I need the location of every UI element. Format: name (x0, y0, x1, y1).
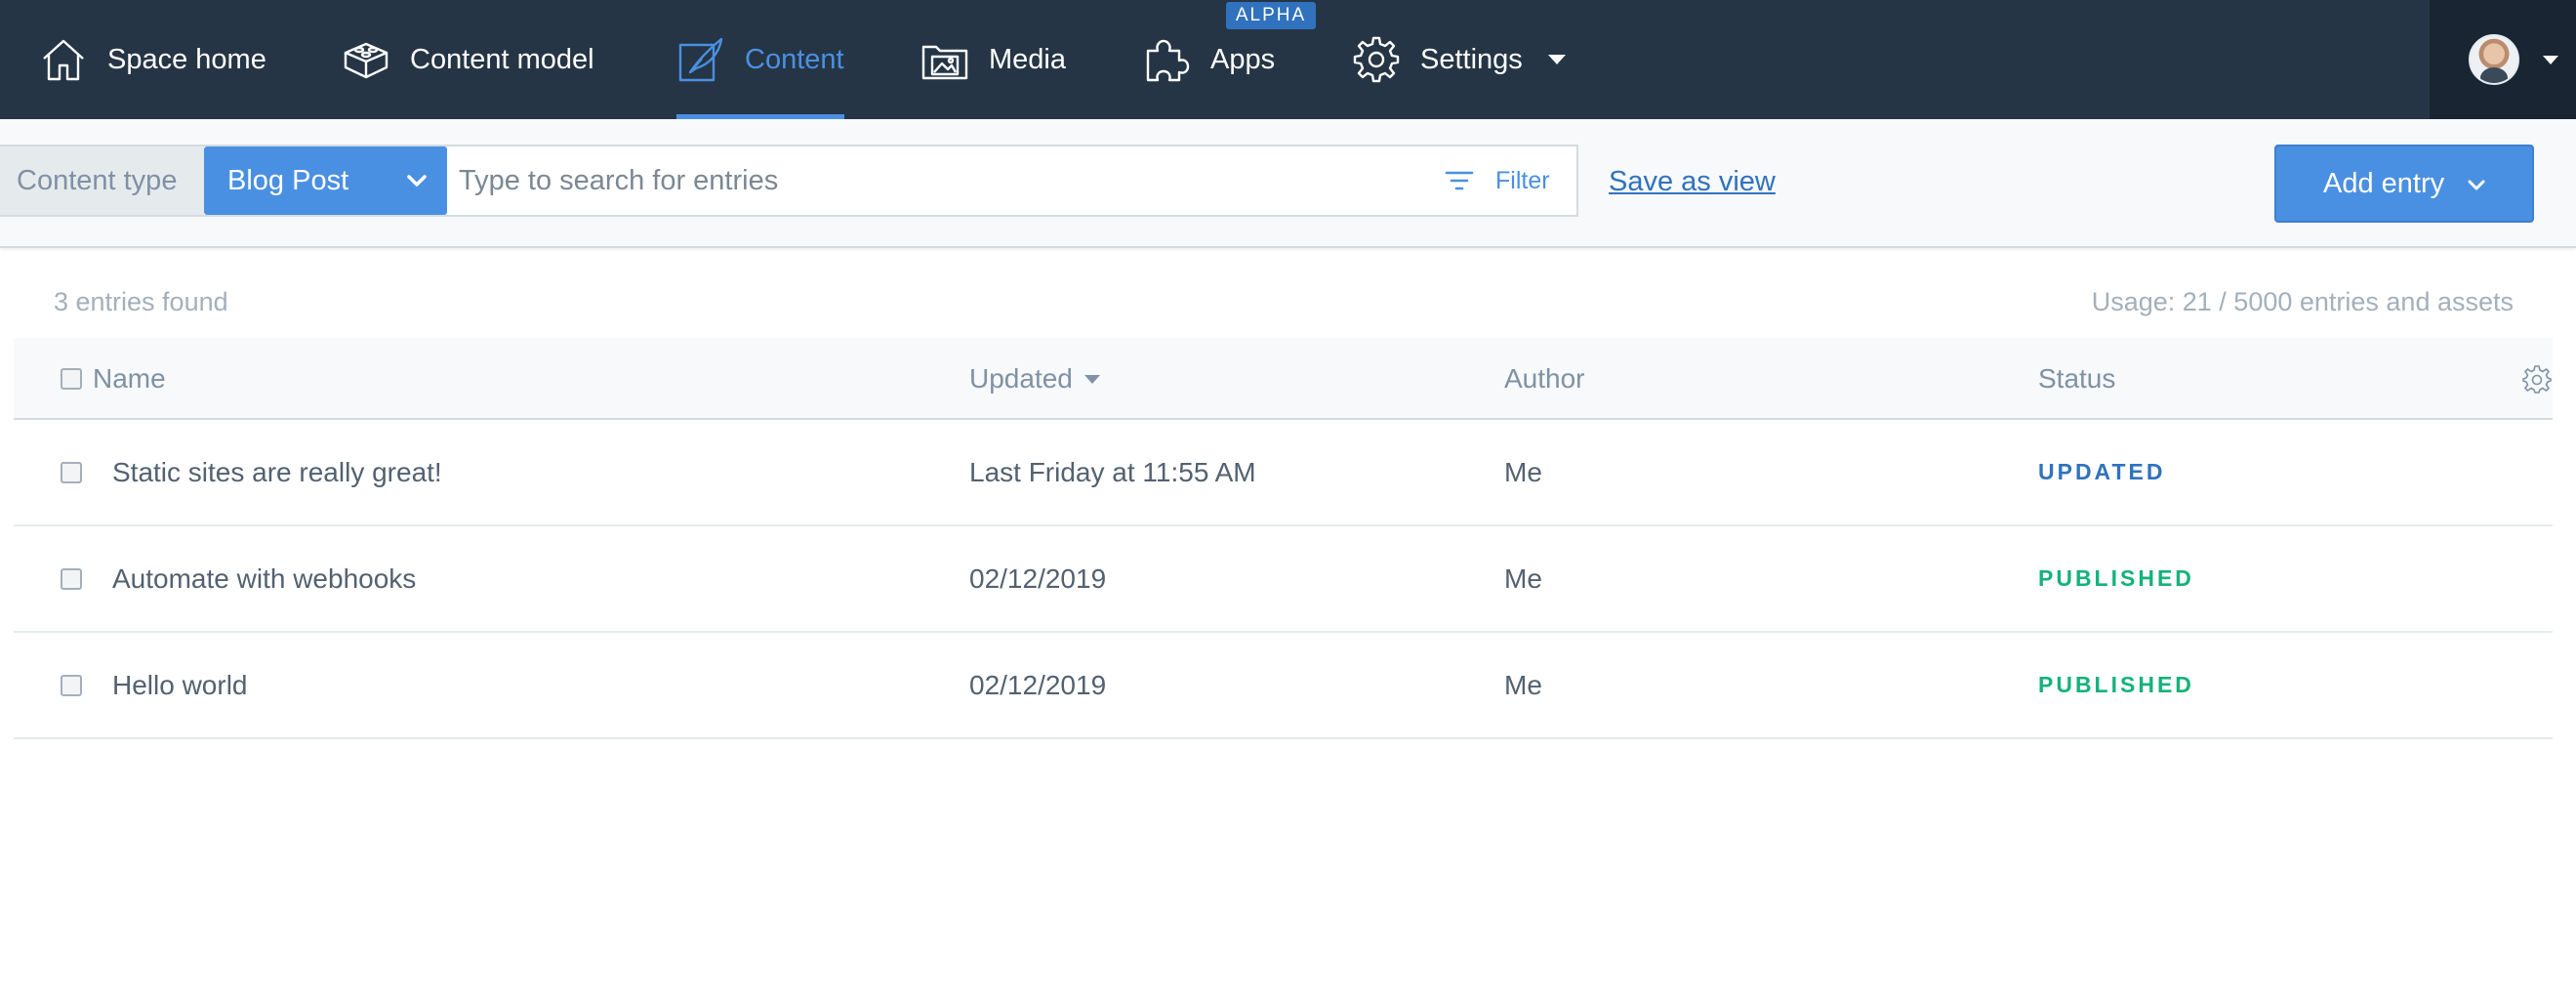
column-header-updated[interactable]: Updated (969, 338, 1100, 420)
nav-label: Space home (107, 43, 266, 75)
sort-descending-icon (1084, 374, 1100, 384)
quill-icon (676, 35, 725, 84)
nav-item-media[interactable]: Media (920, 0, 1066, 119)
select-all-checkbox-cell (61, 338, 82, 420)
row-checkbox[interactable] (61, 674, 82, 696)
entry-name[interactable]: Static sites are really great! (112, 420, 442, 524)
nav-item-settings[interactable]: Settings (1352, 0, 1566, 119)
entries-table: Name Updated Author Status Static sites … (14, 338, 2553, 739)
entry-author: Me (1504, 669, 1542, 700)
filter-button[interactable]: Filter (1445, 146, 1550, 215)
content-type-value: Blog Post (227, 164, 349, 196)
search-input[interactable] (459, 154, 1415, 207)
add-entry-button[interactable]: Add entry (2274, 145, 2534, 223)
table-header: Name Updated Author Status (14, 338, 2553, 420)
status-badge: PUBLISHED (2038, 565, 2194, 591)
nav-label: Content (745, 43, 844, 75)
column-header-label: Updated (969, 363, 1073, 394)
content-type-select[interactable]: Blog Post (204, 146, 447, 215)
nav-label: Apps (1210, 43, 1276, 75)
account-menu[interactable] (2430, 0, 2576, 119)
filter-label: Filter (1495, 166, 1550, 194)
content-type-label: Content type (0, 146, 204, 215)
entries-count: 3 entries found (54, 287, 228, 316)
media-icon (920, 35, 969, 84)
save-as-view-link[interactable]: Save as view (1609, 166, 1776, 198)
table-row[interactable]: Automate with webhooks 02/12/2019 Me PUB… (14, 526, 2553, 633)
entry-updated: Last Friday at 11:55 AM (969, 456, 1256, 487)
nav-label: Content model (410, 43, 594, 75)
status-badge: PUBLISHED (2038, 672, 2194, 697)
nav-label: Media (989, 43, 1066, 75)
filter-icon (1445, 171, 1474, 190)
entry-updated: 02/12/2019 (969, 669, 1107, 700)
nav-item-content[interactable]: Content (676, 0, 844, 119)
column-header-name[interactable]: Name (93, 338, 166, 420)
home-icon (39, 35, 88, 84)
puzzle-icon (1142, 35, 1191, 84)
search-bar: Content type Blog Post Filter (0, 145, 1578, 217)
add-entry-label: Add entry (2323, 167, 2445, 199)
column-header-author[interactable]: Author (1504, 338, 1585, 420)
nav-item-content-model[interactable]: Content model (342, 0, 594, 119)
entry-author: Me (1504, 456, 1542, 487)
entry-author: Me (1504, 562, 1542, 594)
table-row[interactable]: Static sites are really great! Last Frid… (14, 420, 2553, 526)
select-all-checkbox[interactable] (61, 368, 82, 390)
column-settings-gear-icon[interactable] (2521, 363, 2553, 395)
column-header-status[interactable]: Status (2038, 338, 2115, 420)
nav-label: Settings (1420, 43, 1523, 75)
entry-name[interactable]: Automate with webhooks (112, 526, 416, 631)
chevron-down-icon (2543, 55, 2558, 64)
nav-item-space-home[interactable]: Space home (39, 0, 266, 119)
top-navigation: Space home Content model Content Media A… (0, 0, 2576, 119)
chevron-down-icon (1547, 55, 1566, 64)
avatar (2469, 34, 2519, 85)
status-badge: UPDATED (2038, 459, 2166, 484)
chevron-down-icon (2468, 180, 2485, 190)
table-row[interactable]: Hello world 02/12/2019 Me PUBLISHED (14, 633, 2553, 739)
entry-name[interactable]: Hello world (112, 633, 248, 737)
chevron-down-icon (407, 175, 427, 187)
content-model-icon (342, 35, 390, 84)
row-checkbox[interactable] (61, 461, 82, 483)
usage-info: Usage: 21 / 5000 entries and assets (2091, 287, 2514, 316)
gear-icon (1352, 35, 1401, 84)
row-checkbox[interactable] (61, 567, 82, 590)
alpha-badge: ALPHA (1226, 2, 1316, 29)
entry-updated: 02/12/2019 (969, 562, 1107, 594)
entries-toolbar: Content type Blog Post Filter Save as vi… (0, 119, 2576, 248)
